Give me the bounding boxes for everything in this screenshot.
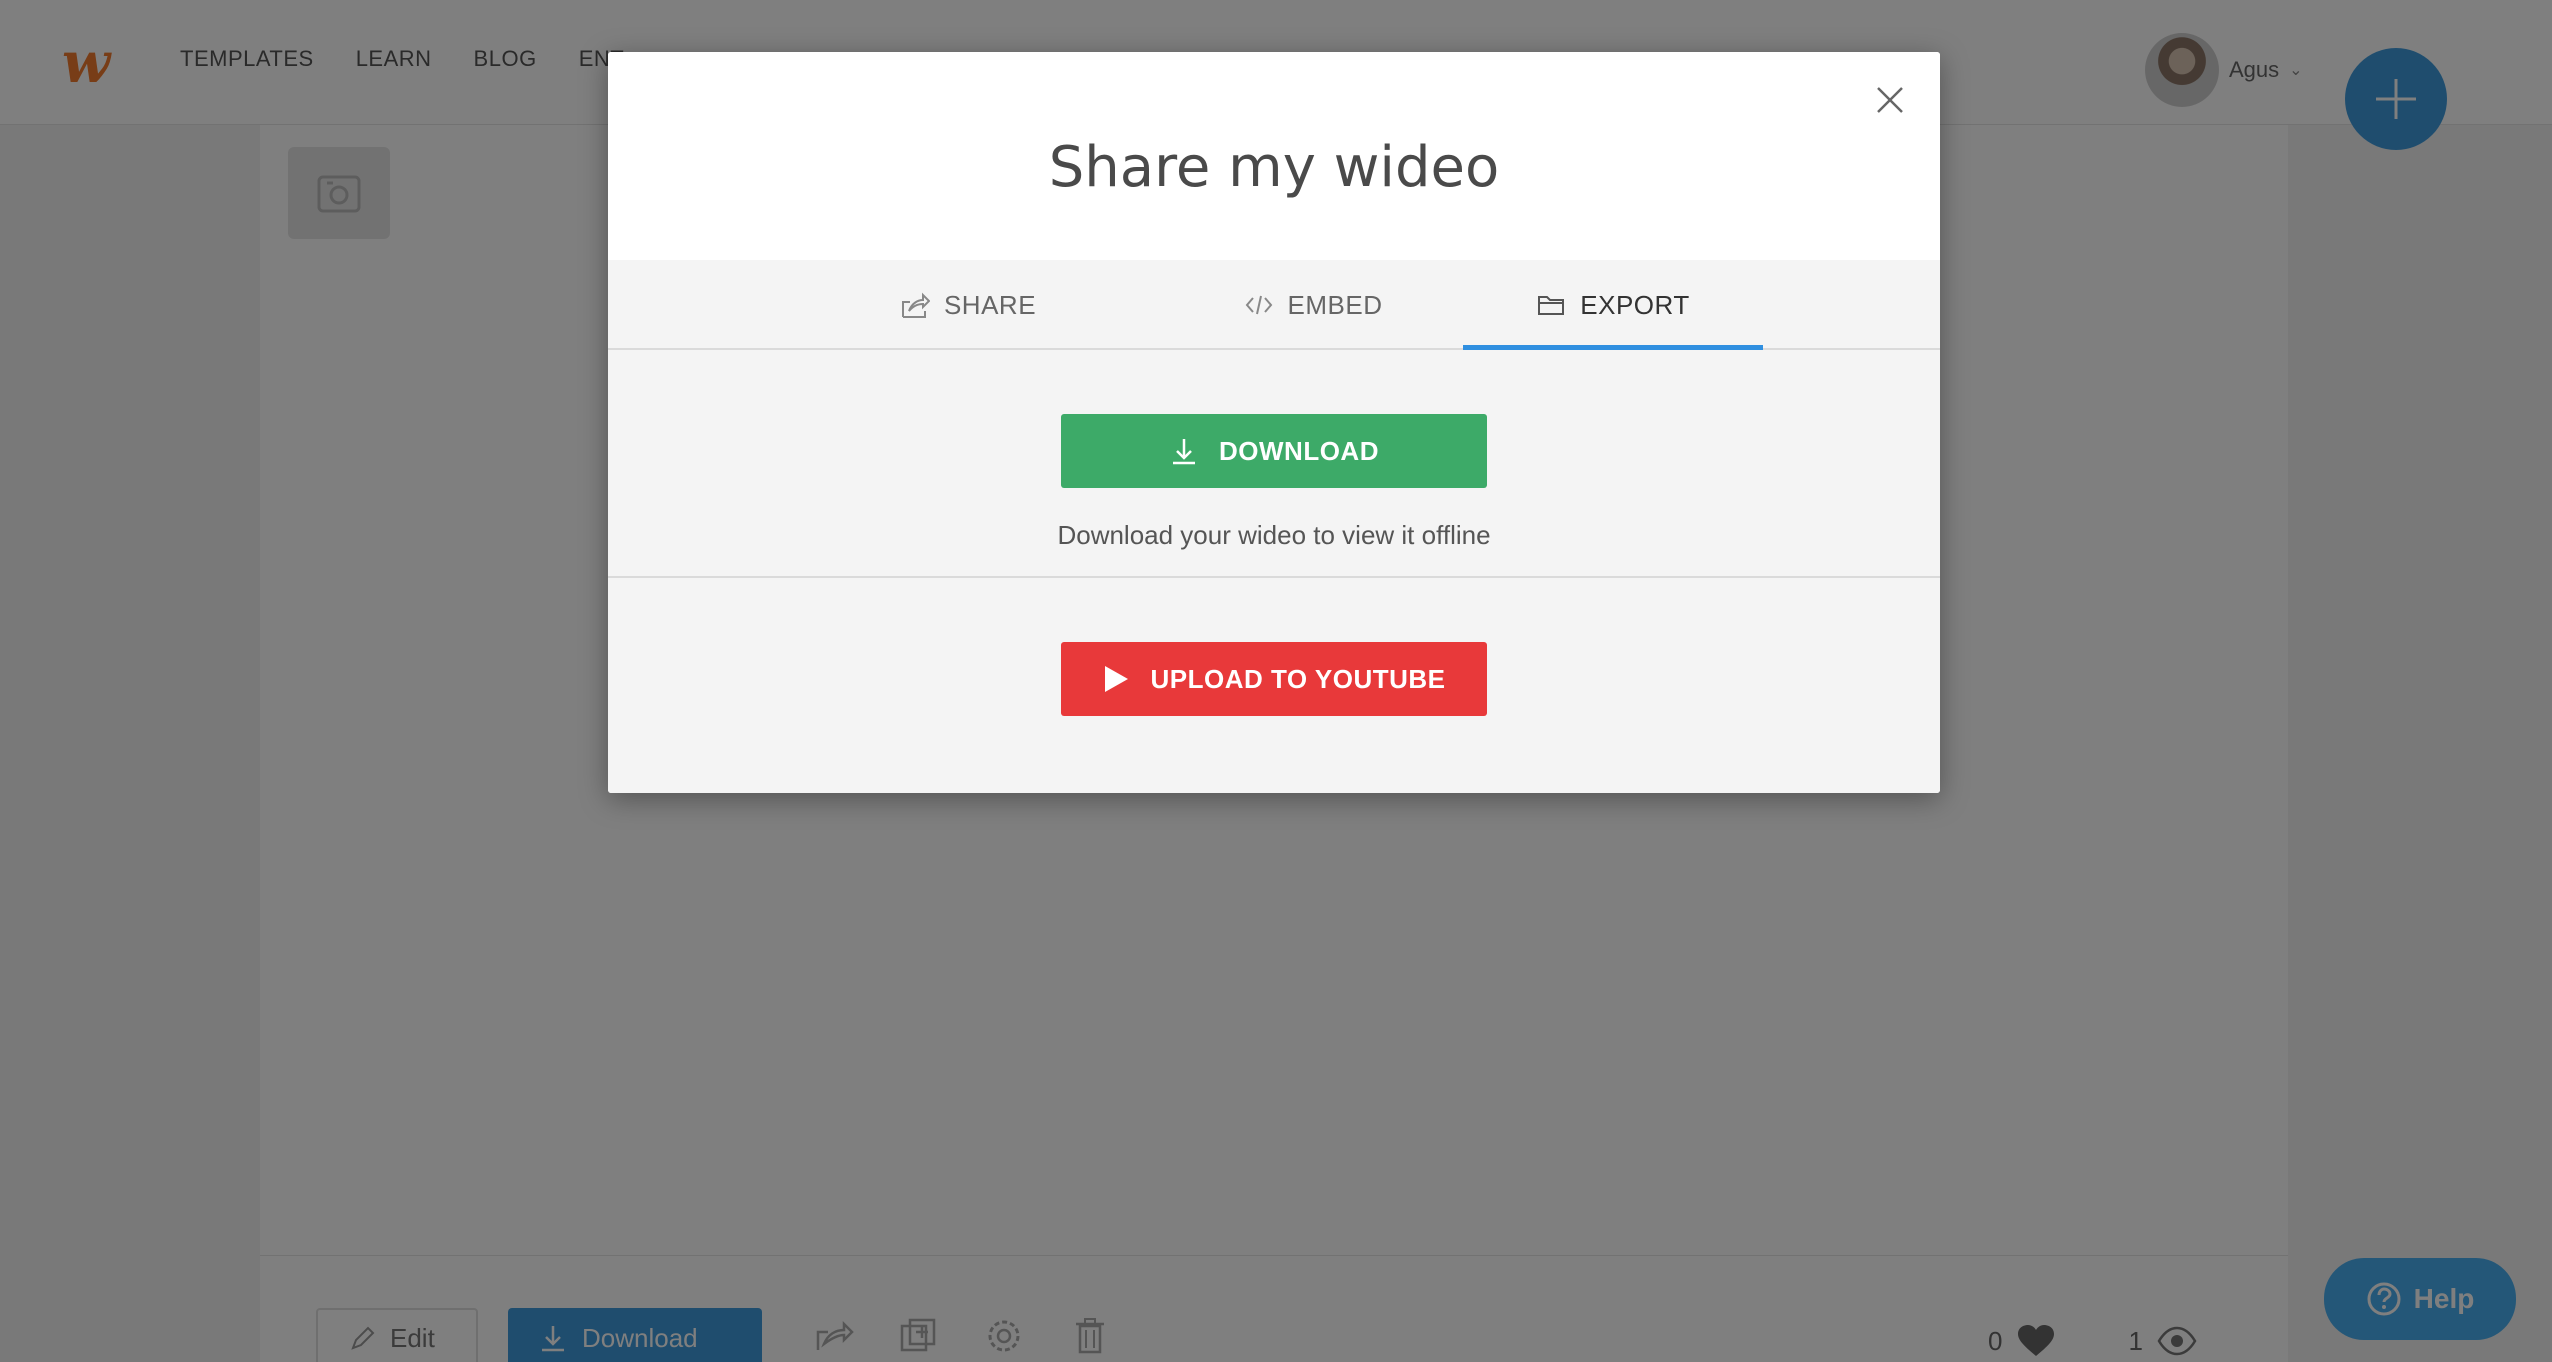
upload-to-youtube-button-label: UPLOAD TO YOUTUBE — [1150, 663, 1446, 694]
code-icon — [1245, 295, 1272, 315]
tab-export[interactable]: EXPORT — [1463, 260, 1763, 350]
tab-share-label: SHARE — [943, 289, 1037, 320]
modal-header: Share my wideo — [608, 52, 1940, 260]
download-section: DOWNLOAD Download your wideo to view it … — [608, 350, 1940, 578]
close-button[interactable] — [1870, 80, 1910, 120]
tab-share[interactable]: SHARE — [818, 260, 1118, 350]
download-video-button-label: DOWNLOAD — [1219, 435, 1379, 466]
tab-embed[interactable]: EMBED — [1163, 260, 1463, 350]
share-modal: Share my wideo SHARE EMBED EXPORT DOWNLO… — [608, 52, 1940, 793]
share-icon — [901, 292, 930, 318]
tab-embed-label: EMBED — [1287, 289, 1383, 320]
modal-title: Share my wideo — [1048, 135, 1500, 200]
close-icon — [1877, 87, 1903, 113]
upload-to-youtube-button[interactable]: UPLOAD TO YOUTUBE — [1061, 642, 1487, 716]
download-icon — [1173, 439, 1195, 465]
download-description: Download your wideo to view it offline — [1057, 520, 1491, 550]
folder-icon — [1538, 296, 1565, 315]
youtube-section: UPLOAD TO YOUTUBE — [608, 578, 1940, 793]
download-video-button[interactable]: DOWNLOAD — [1061, 414, 1487, 488]
modal-tabs: SHARE EMBED EXPORT — [608, 260, 1940, 351]
tab-export-label: EXPORT — [1580, 289, 1690, 320]
play-icon — [1105, 666, 1129, 692]
